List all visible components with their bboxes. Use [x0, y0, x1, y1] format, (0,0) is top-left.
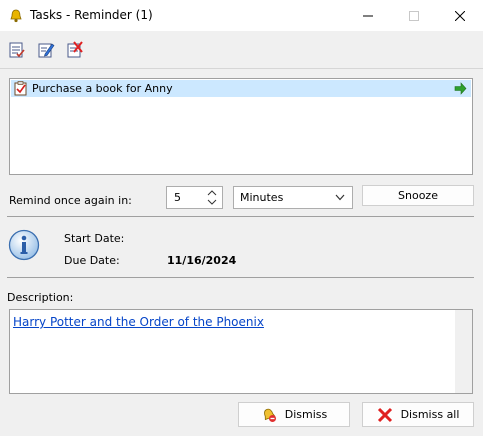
description-box[interactable]: Harry Potter and the Order of the Phoeni…	[9, 309, 473, 394]
snooze-button[interactable]: Snooze	[362, 185, 474, 206]
remind-unit-value: Minutes	[240, 191, 284, 204]
task-list[interactable]: Purchase a book for Anny	[9, 78, 473, 175]
dismiss-button[interactable]: Dismiss	[238, 402, 350, 427]
task-clipboard-icon	[14, 81, 27, 96]
remind-amount-value: 5	[174, 191, 181, 204]
description-label: Description:	[7, 291, 74, 304]
maximize-button[interactable]	[391, 0, 437, 31]
maximize-icon	[409, 10, 419, 21]
minimize-icon	[363, 15, 373, 16]
spinner-arrows-icon[interactable]	[207, 189, 217, 206]
title-bar: Tasks - Reminder (1)	[0, 0, 483, 31]
dismiss-label: Dismiss	[284, 408, 328, 421]
toolbar-divider	[0, 68, 483, 69]
dismiss-all-label: Dismiss all	[400, 408, 460, 421]
description-link[interactable]: Harry Potter and the Order of the Phoeni…	[13, 315, 264, 329]
red-x-icon	[377, 407, 392, 422]
window-title: Tasks - Reminder (1)	[30, 8, 153, 22]
remind-label: Remind once again in:	[9, 194, 132, 207]
remind-unit-select[interactable]: Minutes	[233, 186, 353, 209]
due-date-value: 11/16/2024	[167, 254, 237, 267]
due-date-label: Due Date:	[64, 254, 120, 267]
dismiss-all-button[interactable]: Dismiss all	[362, 402, 474, 427]
remind-amount-spinner[interactable]: 5	[166, 186, 223, 209]
chevron-down-icon	[335, 194, 345, 201]
minimize-button[interactable]	[345, 0, 391, 31]
description-scrollbar[interactable]	[455, 310, 472, 393]
delete-task-icon[interactable]	[66, 41, 84, 59]
close-icon	[455, 10, 465, 21]
open-task-icon[interactable]	[8, 41, 26, 59]
close-button[interactable]	[437, 0, 483, 31]
start-date-label: Start Date:	[64, 232, 125, 245]
app-bell-icon	[10, 9, 22, 23]
dismiss-bell-icon	[263, 408, 276, 422]
task-row[interactable]: Purchase a book for Anny	[11, 80, 471, 97]
divider	[7, 216, 474, 217]
divider	[7, 277, 474, 278]
task-label: Purchase a book for Anny	[32, 82, 173, 95]
edit-task-icon[interactable]	[37, 41, 55, 59]
info-icon	[8, 229, 40, 261]
open-arrow-icon[interactable]	[454, 82, 467, 95]
toolbar	[0, 31, 483, 69]
snooze-label: Snooze	[398, 189, 438, 202]
